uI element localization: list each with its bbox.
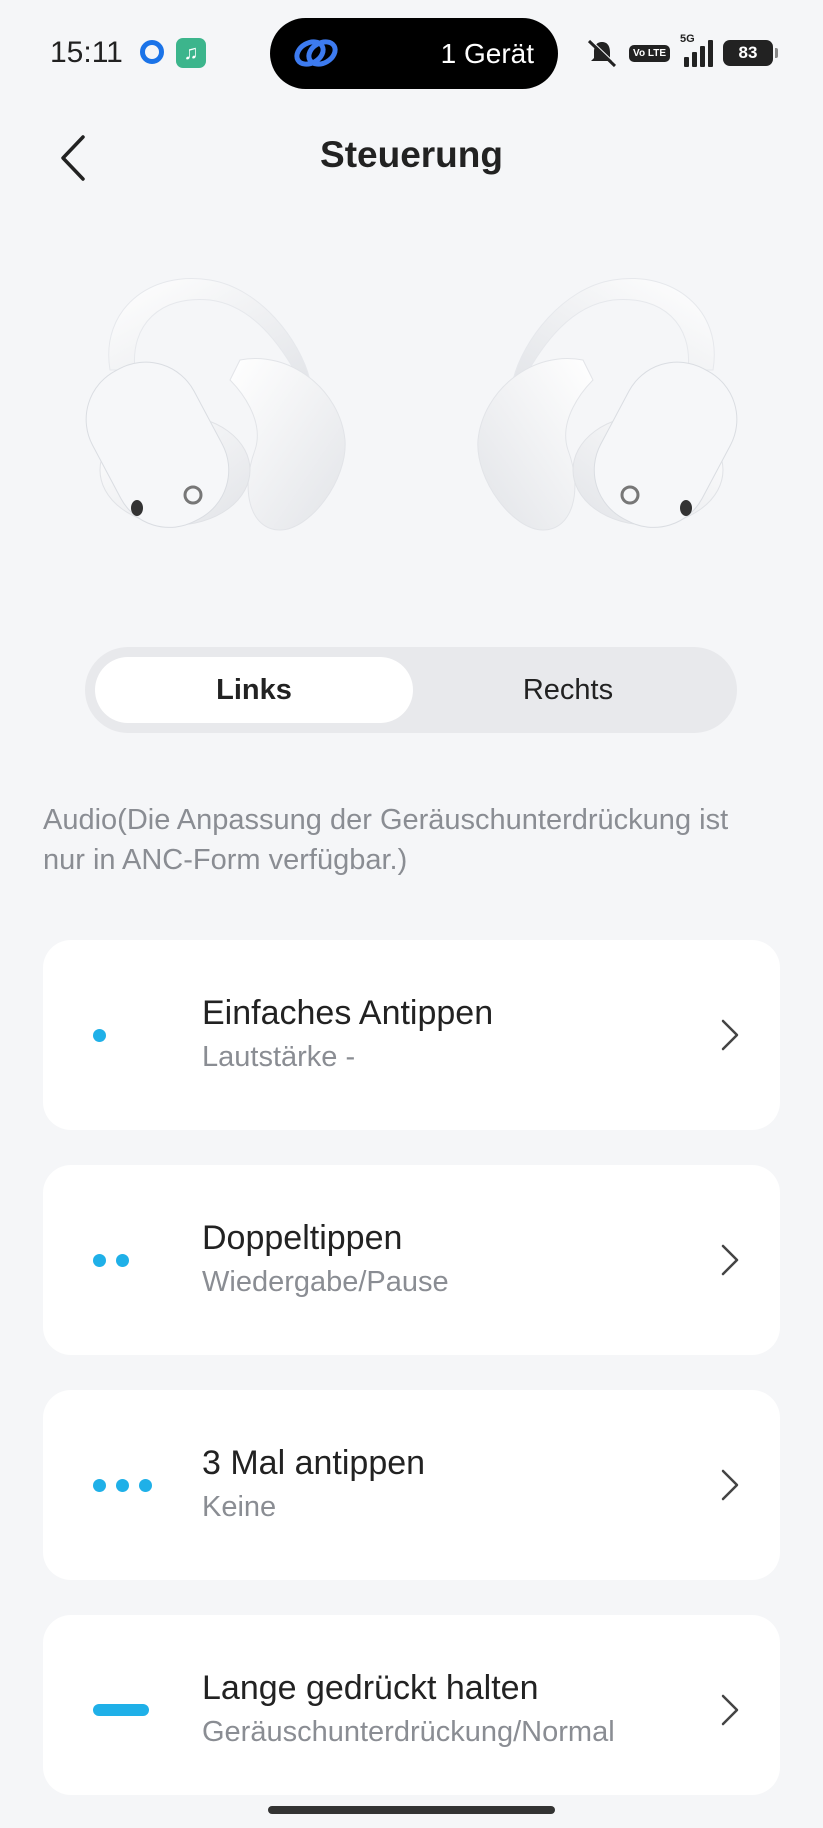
status-time: 15:11 bbox=[50, 36, 123, 69]
tab-rechts[interactable]: Rechts bbox=[409, 657, 727, 723]
chevron-right-icon bbox=[721, 1469, 739, 1501]
section-caption: Audio(Die Anpassung der Geräuschunterdrü… bbox=[43, 804, 729, 876]
right-earbud bbox=[477, 278, 738, 531]
status-bar: 15:11 ♫ 1 Gerät Vo LTE 5G 83 bbox=[0, 0, 823, 110]
triple-tap-icon bbox=[93, 1390, 152, 1580]
control-value: Wiedergabe/Pause bbox=[202, 1266, 449, 1298]
network-type: 5G bbox=[680, 33, 695, 45]
connected-devices-label: 1 Gerät bbox=[440, 38, 534, 69]
control-title: Einfaches Antippen bbox=[202, 994, 494, 1032]
control-triple-tap[interactable]: 3 Mal antippen Keine bbox=[43, 1390, 780, 1580]
long-press-icon bbox=[93, 1615, 149, 1805]
control-double-tap[interactable]: Doppeltippen Wiedergabe/Pause bbox=[43, 1165, 780, 1355]
control-value: Lautstärke - bbox=[202, 1041, 356, 1073]
control-value: Geräuschunterdrückung/Normal bbox=[202, 1716, 615, 1748]
control-long-press[interactable]: Lange gedrückt halten Geräuschunterdrück… bbox=[43, 1615, 780, 1795]
control-title: Lange gedrückt halten bbox=[202, 1669, 539, 1707]
home-indicator[interactable] bbox=[268, 1806, 555, 1814]
page-title: Steuerung bbox=[320, 134, 503, 175]
volte-icon: Vo LTE bbox=[629, 44, 670, 62]
control-single-tap[interactable]: Einfaches Antippen Lautstärke - bbox=[43, 940, 780, 1130]
control-title: 3 Mal antippen bbox=[202, 1444, 426, 1482]
side-selector: Links Rechts bbox=[85, 647, 737, 733]
chevron-right-icon bbox=[721, 1244, 739, 1276]
control-value: Keine bbox=[202, 1491, 277, 1523]
double-tap-icon bbox=[93, 1165, 129, 1355]
battery-icon: 83 bbox=[723, 40, 778, 66]
status-indicators: Vo LTE 5G 83 bbox=[585, 33, 778, 70]
control-title: Doppeltippen bbox=[202, 1219, 403, 1257]
single-tap-icon bbox=[93, 940, 106, 1130]
tab-links[interactable]: Links bbox=[95, 657, 413, 723]
app-notification-icon bbox=[140, 40, 164, 64]
dynamic-island[interactable]: 1 Gerät bbox=[270, 18, 558, 89]
voice-app-notification-icon: ♫ bbox=[176, 38, 206, 68]
left-earbud bbox=[85, 278, 346, 531]
earbuds-image bbox=[85, 278, 738, 531]
chevron-right-icon bbox=[721, 1019, 739, 1051]
chevron-right-icon bbox=[721, 1694, 739, 1726]
connection-link-icon bbox=[294, 39, 338, 67]
signal-icon: 5G bbox=[680, 33, 713, 67]
mute-icon bbox=[587, 39, 618, 68]
